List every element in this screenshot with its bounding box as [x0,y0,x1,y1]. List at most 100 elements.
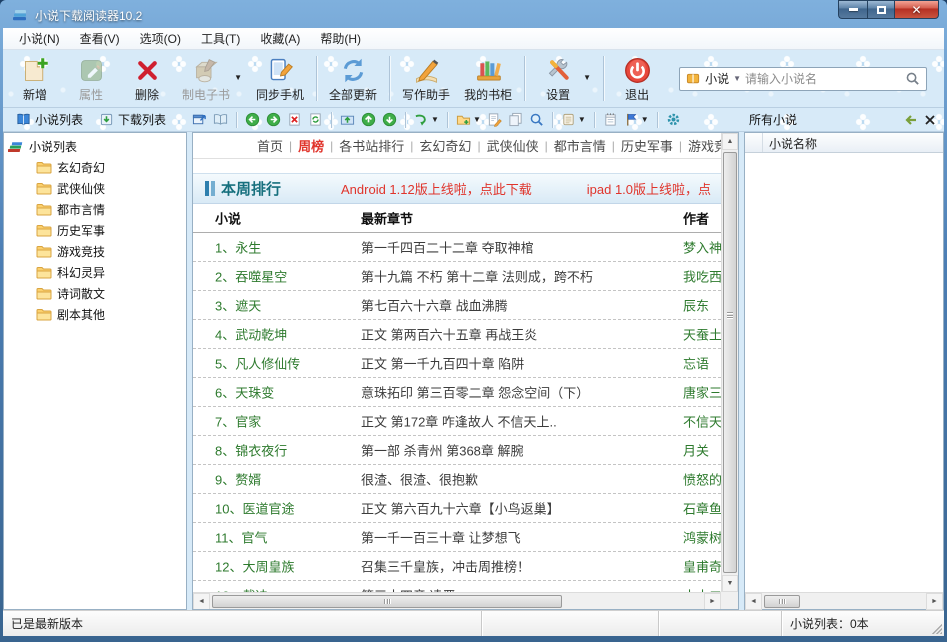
vertical-scroll-thumb[interactable] [723,152,737,573]
menu-item[interactable]: 收藏(A) [250,28,310,49]
notepad-icon[interactable] [600,110,621,129]
novel-title-link[interactable]: 3、遮天 [215,296,261,315]
author-link[interactable]: 愤怒的香 [683,470,721,489]
refresh-icon[interactable] [305,110,326,129]
autohide-pin-icon[interactable] [902,113,918,127]
novel-title-link[interactable]: 7、官家 [215,412,261,431]
make-ebook-dropdown-icon[interactable]: ▼ [234,73,242,82]
novel-title-link[interactable]: 12、大周皇族 [215,557,294,576]
novel-title-link[interactable]: 5、凡人修仙传 [215,354,300,373]
properties-button[interactable]: 属性 [63,52,119,105]
novel-title-link[interactable]: 4、武动乾坤 [215,325,287,344]
tab-novel-list[interactable]: 小说列表 [9,109,90,130]
scroll-up-arrow[interactable]: ▲ [722,133,738,150]
search-icon[interactable] [905,71,920,86]
menu-item[interactable]: 选项(O) [130,28,191,49]
stop-icon[interactable] [284,110,305,129]
author-link[interactable]: 天蚕土豆 [683,325,721,344]
novel-title-link[interactable]: 11、官气 [215,528,268,547]
search-category[interactable]: 小说 [705,70,729,87]
nav-link[interactable]: 都市言情 [548,136,612,155]
menu-item[interactable]: 查看(V) [70,28,130,49]
nav-link[interactable]: 首页 [251,136,289,155]
folder-add-icon[interactable]: ▼ [453,110,484,129]
settings-dropdown-icon[interactable]: ▼ [583,73,591,82]
author-link[interactable]: 忘语 [683,354,709,373]
menu-item[interactable]: 小说(N) [9,28,70,49]
upload-icon[interactable] [337,110,358,129]
author-link[interactable]: 石章鱼 [683,499,721,518]
dropdown-icon[interactable]: ▼ [431,115,439,124]
nav-link[interactable]: 各书站排行 [333,136,410,155]
menu-item[interactable]: 帮助(H) [310,28,371,49]
novel-title-link[interactable]: 9、赘婿 [215,470,261,489]
nav-link[interactable]: 游戏竞技 [682,136,721,155]
menu-item[interactable]: 工具(T) [191,28,250,49]
scroll-left-arrow[interactable]: ◄ [745,593,762,610]
author-link[interactable]: 月关 [683,441,709,460]
tree-item[interactable]: 历史军事 [4,220,186,241]
up-icon[interactable] [358,110,379,129]
resize-grip[interactable] [930,622,942,634]
dropdown-icon[interactable]: ▼ [578,115,586,124]
new-button[interactable]: 新增 [7,52,63,105]
doc-copy-icon[interactable] [505,110,526,129]
scroll-right-arrow[interactable]: ► [704,593,721,610]
flag-icon[interactable]: ▼ [621,110,652,129]
settings-button[interactable]: 设置 ▼ [530,52,586,105]
announcement-android-link[interactable]: Android 1.12版上线啦，点此下载 [341,179,532,198]
novel-name-column[interactable]: 小说名称 [763,133,943,152]
open-book-icon[interactable] [210,110,231,129]
browser-vertical-scrollbar[interactable]: ▲ ▼ [721,133,738,592]
nav-link[interactable]: 历史军事 [615,136,679,155]
scroll-right-arrow[interactable]: ► [926,593,943,610]
tab-download-list[interactable]: 下载列表 [92,109,173,130]
doc-edit-icon[interactable] [484,110,505,129]
update-all-button[interactable]: 全部更新 [322,52,384,105]
browser-horizontal-scrollbar[interactable]: ◄ ► [193,592,721,609]
search-category-dropdown-icon[interactable]: ▼ [733,74,741,83]
nav-link[interactable]: 周榜 [292,136,330,155]
tree-item[interactable]: 武侠仙侠 [4,178,186,199]
minimize-button[interactable] [838,0,867,19]
back-icon[interactable] [242,110,263,129]
novel-title-link[interactable]: 2、吞噬星空 [215,267,287,286]
tree-item[interactable]: 游戏竞技 [4,241,186,262]
gear-icon[interactable] [663,110,684,129]
writing-helper-button[interactable]: 写作助手 [395,52,457,105]
panel-horizontal-scrollbar[interactable]: ◄ ► [745,592,943,609]
novel-list-body[interactable] [745,153,943,592]
nav-link[interactable]: 玄幻奇幻 [413,136,477,155]
tree-root-novel-list[interactable]: 小说列表 [4,136,186,157]
down-icon[interactable] [379,110,400,129]
horizontal-scroll-thumb[interactable] [212,595,562,608]
make-ebook-button[interactable]: 制电子书 ▼ [175,52,237,105]
novel-title-link[interactable]: 10、医道官途 [215,499,294,518]
close-button[interactable]: ✕ [894,0,939,19]
announcement-ipad-link[interactable]: ipad 1.0版上线啦，点 [587,179,711,198]
novel-title-link[interactable]: 6、天珠变 [215,383,274,402]
delete-button[interactable]: 删除 [119,52,175,105]
dropdown-icon[interactable]: ▼ [641,115,649,124]
tree-item[interactable]: 都市言情 [4,199,186,220]
dropdown-icon[interactable]: ▼ [473,115,481,124]
author-link[interactable]: 辰东 [683,296,709,315]
search-icon[interactable] [526,110,547,129]
tree-item[interactable]: 科幻灵异 [4,262,186,283]
author-link[interactable]: 皇甫奇 [683,557,721,576]
my-bookshelf-button[interactable]: 我的书柜 [457,52,519,105]
search-input[interactable] [745,72,901,86]
author-link[interactable]: 我吃西红 [683,267,721,286]
scroll-down-arrow[interactable]: ▼ [722,575,738,592]
scroll-icon[interactable]: ▼ [558,110,589,129]
novel-title-link[interactable]: 1、永生 [215,238,261,257]
author-link[interactable]: 不信天上 [683,412,721,431]
tree-item[interactable]: 剧本其他 [4,304,186,325]
author-link[interactable]: 唐家三少 [683,383,721,402]
scroll-left-arrow[interactable]: ◄ [193,593,210,610]
nav-link[interactable]: 武侠仙侠 [481,136,545,155]
import-icon[interactable]: ▼ [411,110,442,129]
novel-title-link[interactable]: 8、锦衣夜行 [215,441,287,460]
maximize-button[interactable] [867,0,894,19]
sync-phone-button[interactable]: 同步手机 [249,52,311,105]
